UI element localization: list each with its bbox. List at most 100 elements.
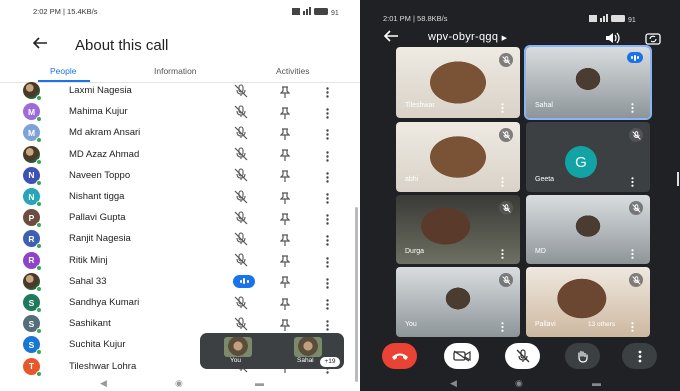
more-vertical-icon[interactable] [631,246,634,259]
nav-home-icon[interactable]: ◉ [175,378,183,389]
more-options-button[interactable] [622,343,657,369]
more-vertical-icon[interactable] [326,297,329,310]
participant-name: MD Azaz Ahmad [69,148,140,160]
online-dot [36,158,42,165]
pin-icon[interactable] [279,148,291,162]
tile-name: Sahal [535,102,553,109]
participant-name: Laxmi Nagesia [69,85,132,96]
more-vertical-icon[interactable] [501,246,504,259]
back-arrow-icon[interactable] [383,29,399,47]
participant-row[interactable]: R Ranjit Nagesia [23,228,333,250]
avatar-initial: P [28,212,35,223]
more-vertical-icon[interactable] [326,191,329,204]
pin-icon[interactable] [279,275,291,289]
avatar: N [23,166,42,186]
more-vertical-icon [638,350,641,362]
back-arrow-icon[interactable] [32,36,65,54]
avatar-initial: N [28,170,35,181]
more-vertical-icon[interactable] [501,100,504,113]
pin-icon[interactable] [279,85,291,98]
nav-back-icon[interactable]: ◀ [100,378,107,389]
more-vertical-icon[interactable] [326,276,329,289]
participant-name: Md akram Ansari [69,127,141,139]
participant-row[interactable]: M Md akram Ansari [23,122,333,144]
participant-tile[interactable]: MD [526,195,650,264]
pin-icon[interactable] [279,254,291,268]
camera-toggle-button[interactable] [444,343,479,369]
meeting-code[interactable]: wpv-obyr-qgq ▶ [428,31,507,43]
more-vertical-icon[interactable] [326,318,329,331]
nav-home-icon[interactable]: ◉ [515,378,523,389]
floating-call-preview[interactable]: You Sahal +19 [200,333,344,369]
online-dot [36,264,42,271]
participant-row[interactable]: MD Azaz Ahmad [23,144,333,165]
participant-row[interactable]: P Pallavi Gupta [23,207,333,229]
pin-icon[interactable] [279,127,291,140]
more-vertical-icon[interactable] [326,255,329,268]
online-dot [36,328,42,335]
end-call-button[interactable] [382,343,417,369]
online-dot [36,222,42,229]
avatar: S [23,336,42,356]
more-vertical-icon[interactable] [631,319,634,332]
avatar: M [23,124,42,144]
participant-row[interactable]: Laxmi Nagesia [23,80,333,101]
tab-people[interactable]: People [50,66,76,76]
switch-camera-icon[interactable] [645,31,661,45]
pin-icon[interactable] [279,297,291,310]
nav-back-icon[interactable]: ◀ [450,378,457,389]
others-count: 13 others [588,321,616,328]
participant-tile[interactable]: Tileshwar [396,47,520,118]
scrollbar[interactable] [355,207,358,382]
pin-icon[interactable] [279,233,291,246]
raise-hand-button[interactable] [565,343,600,369]
participant-row[interactable]: S Sandhya Kumari [23,292,333,313]
participant-row[interactable]: M Mahima Kujur [23,101,333,123]
mic-toggle-button[interactable] [505,343,540,369]
participant-row[interactable]: Sahal 33 [23,271,333,292]
others-count-badge: +19 [320,357,340,367]
more-vertical-icon[interactable] [326,170,329,183]
online-dot [36,179,42,186]
pin-icon[interactable] [279,106,291,119]
avatar-initial: T [28,361,35,372]
tile-name: abhi [405,176,419,183]
pin-icon[interactable] [279,191,291,204]
speaker-preview-label: Sahal [297,357,314,364]
more-vertical-icon[interactable] [326,233,329,247]
tab-activities[interactable]: Activities [276,66,310,76]
more-vertical-icon[interactable] [326,85,329,98]
more-vertical-icon[interactable] [326,106,329,119]
pin-icon[interactable] [279,318,291,331]
avatar [23,272,42,292]
more-vertical-icon[interactable] [631,100,634,113]
more-vertical-icon[interactable] [326,127,329,141]
participant-tile[interactable]: You [396,267,520,337]
nav-recents-icon[interactable]: ▬ [592,378,601,388]
mic-off-icon [234,147,248,161]
participant-row[interactable]: R Ritik Minj [23,250,333,271]
more-vertical-icon[interactable] [631,174,634,187]
more-vertical-icon[interactable] [501,174,504,187]
avatar: T [23,357,42,377]
pin-icon[interactable] [279,169,291,183]
participant-row[interactable]: N Naveen Toppo [23,165,333,186]
more-vertical-icon[interactable] [326,149,329,162]
participant-tile[interactable]: abhi [396,122,520,192]
mic-off-icon [629,201,643,215]
mic-off-icon [234,83,248,98]
more-vertical-icon[interactable] [326,212,329,225]
participant-tile[interactable]: Durga [396,195,520,264]
participant-row[interactable]: N Nishant tigga [23,186,333,207]
participant-tile[interactable]: Sahal [524,45,652,120]
participant-row[interactable]: S Sashikant [23,313,333,335]
nav-recents-icon[interactable]: ▬ [255,378,264,388]
pin-icon[interactable] [279,212,291,225]
more-vertical-icon[interactable] [501,319,504,332]
participant-tile[interactable]: G Geeta [526,122,650,192]
participant-tile[interactable]: Pallavi 13 others [526,267,650,337]
tab-information[interactable]: Information [154,66,197,76]
speaker-volume-icon[interactable] [604,31,620,45]
avatar: S [23,294,42,313]
online-dot [36,116,42,123]
